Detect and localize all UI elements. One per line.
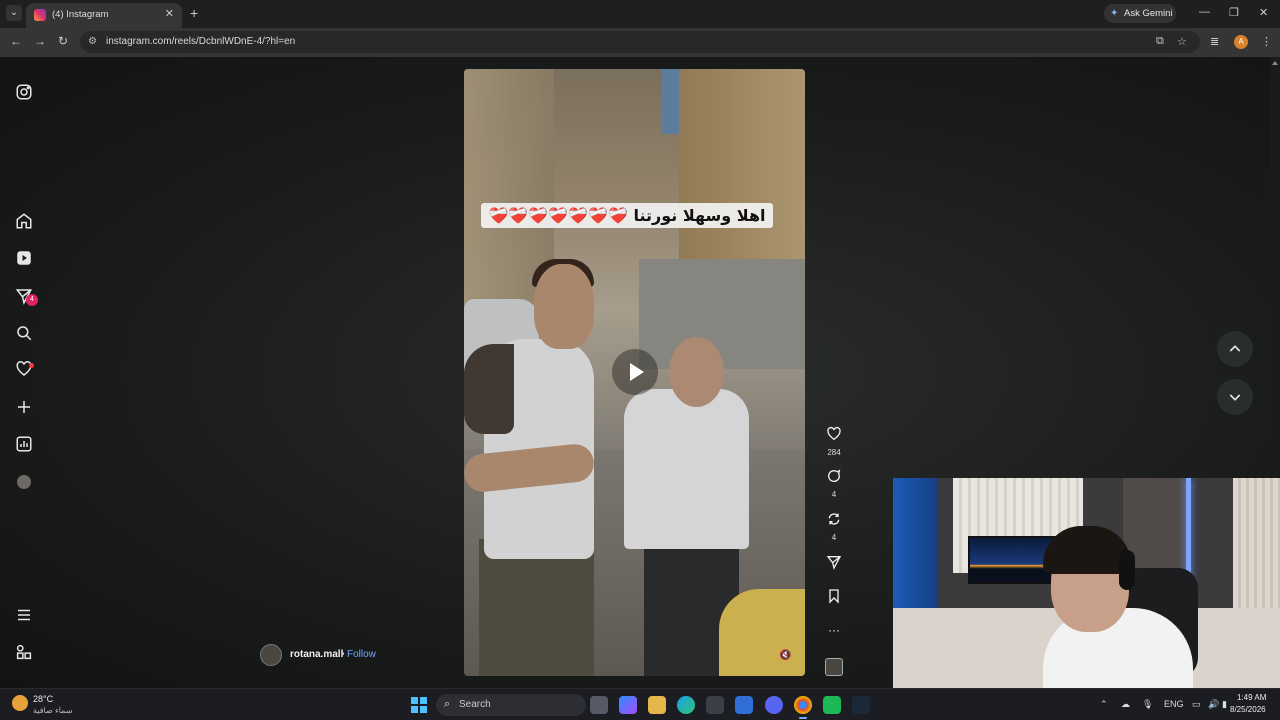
repost-count: 4: [831, 533, 837, 542]
bookmark-icon: [829, 589, 839, 604]
weather-temperature[interactable]: 28°C: [33, 694, 53, 704]
dashboard-icon[interactable]: [14, 435, 34, 455]
spotify-like-app-icon[interactable]: [823, 696, 841, 714]
task-view-icon[interactable]: [590, 696, 608, 714]
bookmark-star-icon[interactable]: ☆: [1177, 35, 1187, 48]
address-bar[interactable]: ⚙ instagram.com/reels/DcbnlWDnE-4/?hl=en: [80, 31, 1200, 53]
home-icon[interactable]: [14, 212, 34, 232]
instagram-sidebar: 4: [0, 57, 50, 688]
share-button[interactable]: [820, 554, 848, 575]
clock-time[interactable]: 1:49 AM: [1237, 693, 1266, 702]
mute-speaker-icon[interactable]: 🔇: [779, 650, 793, 664]
ask-gemini-button[interactable]: ✦ Ask Gemini: [1104, 4, 1176, 23]
copilot-icon[interactable]: [619, 696, 637, 714]
discord-icon[interactable]: [765, 696, 783, 714]
play-icon[interactable]: [612, 349, 658, 395]
network-icon[interactable]: ▭: [1192, 699, 1201, 710]
windows-start-icon[interactable]: [411, 697, 427, 713]
reel-actions: 284 4 4 ···: [820, 57, 848, 688]
like-count: 284: [827, 448, 841, 457]
repost-button[interactable]: 4: [820, 511, 848, 542]
instagram-logo-icon[interactable]: [14, 83, 34, 103]
taskbar-search-label: Search: [459, 699, 491, 710]
author-avatar[interactable]: [260, 644, 282, 666]
edge-icon[interactable]: [677, 696, 695, 714]
heart-icon: [827, 426, 841, 441]
tab-title: (4) Instagram: [52, 9, 109, 20]
steam-icon[interactable]: [852, 696, 870, 714]
windows-taskbar: 28°C سماء صافية ⌕ Search ⌃ ☁ 🎙 ENG ▭ 🔊 ▮…: [0, 688, 1280, 720]
taskbar-search-box[interactable]: ⌕ Search: [436, 694, 586, 716]
meta-apps-icon[interactable]: [14, 643, 34, 663]
ask-gemini-label: Ask Gemini: [1124, 8, 1173, 19]
webcam-led-strip: [1186, 478, 1191, 578]
mail-icon[interactable]: [735, 696, 753, 714]
volume-icon[interactable]: 🔊: [1208, 699, 1219, 710]
more-options-icon[interactable]: ···: [820, 623, 848, 637]
browser-menu-icon[interactable]: ⋮: [1261, 35, 1272, 48]
notifications-dot: [29, 363, 34, 368]
reel-caption-banner: اهلا وسهلا نورتنا ❤️‍🩹❤️‍🩹❤️‍🩹❤️‍🩹❤️‍🩹❤️…: [481, 203, 773, 228]
original-audio-thumbnail[interactable]: [825, 658, 843, 676]
new-tab-button[interactable]: +: [190, 5, 198, 21]
reels-icon[interactable]: [14, 249, 34, 269]
webcam-overlay: [893, 478, 1280, 695]
install-app-icon[interactable]: ⧉: [1156, 35, 1164, 48]
messages-badge: 4: [26, 294, 38, 306]
chrome-icon[interactable]: [794, 696, 812, 719]
reload-icon[interactable]: ↻: [58, 34, 68, 48]
site-info-icon[interactable]: ⚙: [88, 36, 97, 47]
follow-button[interactable]: Follow: [347, 649, 376, 660]
microsoft-store-icon[interactable]: [706, 696, 724, 714]
back-arrow-icon[interactable]: ←: [10, 34, 22, 48]
browser-toolbar: ← → ↻ ⚙ instagram.com/reels/DcbnlWDnE-4/…: [0, 28, 1280, 57]
chevron-up-icon: [1229, 345, 1241, 352]
next-reel-button[interactable]: [1217, 379, 1253, 415]
profile-avatar-icon[interactable]: [17, 475, 31, 489]
weather-moon-icon[interactable]: [12, 695, 28, 711]
previous-reel-button[interactable]: [1217, 331, 1253, 367]
like-button[interactable]: 284: [820, 426, 848, 457]
tab-search-menu-button[interactable]: ⌄: [6, 5, 22, 21]
share-paper-plane-icon: [826, 556, 842, 570]
tray-cloud-icon[interactable]: ☁: [1121, 699, 1130, 710]
tab-close-icon[interactable]: ✕: [165, 7, 174, 20]
restore-icon[interactable]: ❐: [1229, 6, 1239, 19]
chevron-down-icon: [1229, 394, 1241, 401]
minimize-icon[interactable]: —: [1199, 6, 1210, 18]
repost-icon: [828, 513, 840, 525]
forward-arrow-icon[interactable]: →: [34, 34, 46, 48]
create-plus-icon[interactable]: [14, 398, 34, 418]
reading-list-icon[interactable]: ≣: [1210, 35, 1219, 48]
instagram-favicon-icon: [34, 9, 46, 21]
author-username[interactable]: rotana.mall: [290, 649, 343, 660]
weather-description[interactable]: سماء صافية: [33, 706, 73, 715]
profile-avatar[interactable]: A: [1234, 35, 1248, 49]
battery-icon[interactable]: ▮: [1222, 699, 1227, 710]
search-icon[interactable]: [14, 324, 34, 344]
gemini-sparkle-icon: ✦: [1110, 8, 1119, 19]
taskbar-search-icon: ⌕: [444, 698, 451, 710]
comment-bubble-icon: [828, 469, 841, 482]
comment-count: 4: [831, 490, 837, 499]
url-text[interactable]: instagram.com/reels/DcbnlWDnE-4/?hl=en: [106, 36, 295, 47]
browser-tabbar: ⌄ (4) Instagram ✕ + ✦ Ask Gemini — ❐ ✕: [0, 0, 1280, 28]
reel-video[interactable]: اهلا وسهلا نورتنا ❤️‍🩹❤️‍🩹❤️‍🩹❤️‍🩹❤️‍🩹❤️…: [464, 69, 805, 676]
file-explorer-icon[interactable]: [648, 696, 666, 714]
microphone-icon[interactable]: 🎙: [1142, 699, 1153, 710]
input-language[interactable]: ENG: [1164, 699, 1184, 709]
tray-overflow-chevron-icon[interactable]: ⌃: [1100, 699, 1108, 710]
webcam-headset: [1119, 550, 1135, 590]
save-button[interactable]: [820, 588, 848, 609]
reel-caption-text: اهلا وسهلا نورتنا ❤️‍🩹❤️‍🩹❤️‍🩹❤️‍🩹❤️‍🩹❤️…: [488, 206, 766, 225]
browser-tab-instagram[interactable]: (4) Instagram ✕: [26, 3, 182, 28]
window-close-icon[interactable]: ✕: [1259, 6, 1268, 19]
more-menu-icon[interactable]: [14, 606, 34, 626]
comment-button[interactable]: 4: [820, 468, 848, 499]
author-separator: •: [341, 649, 345, 660]
scroll-up-arrow-icon[interactable]: [1272, 61, 1278, 65]
clock-date[interactable]: 8/25/2026: [1230, 705, 1266, 714]
